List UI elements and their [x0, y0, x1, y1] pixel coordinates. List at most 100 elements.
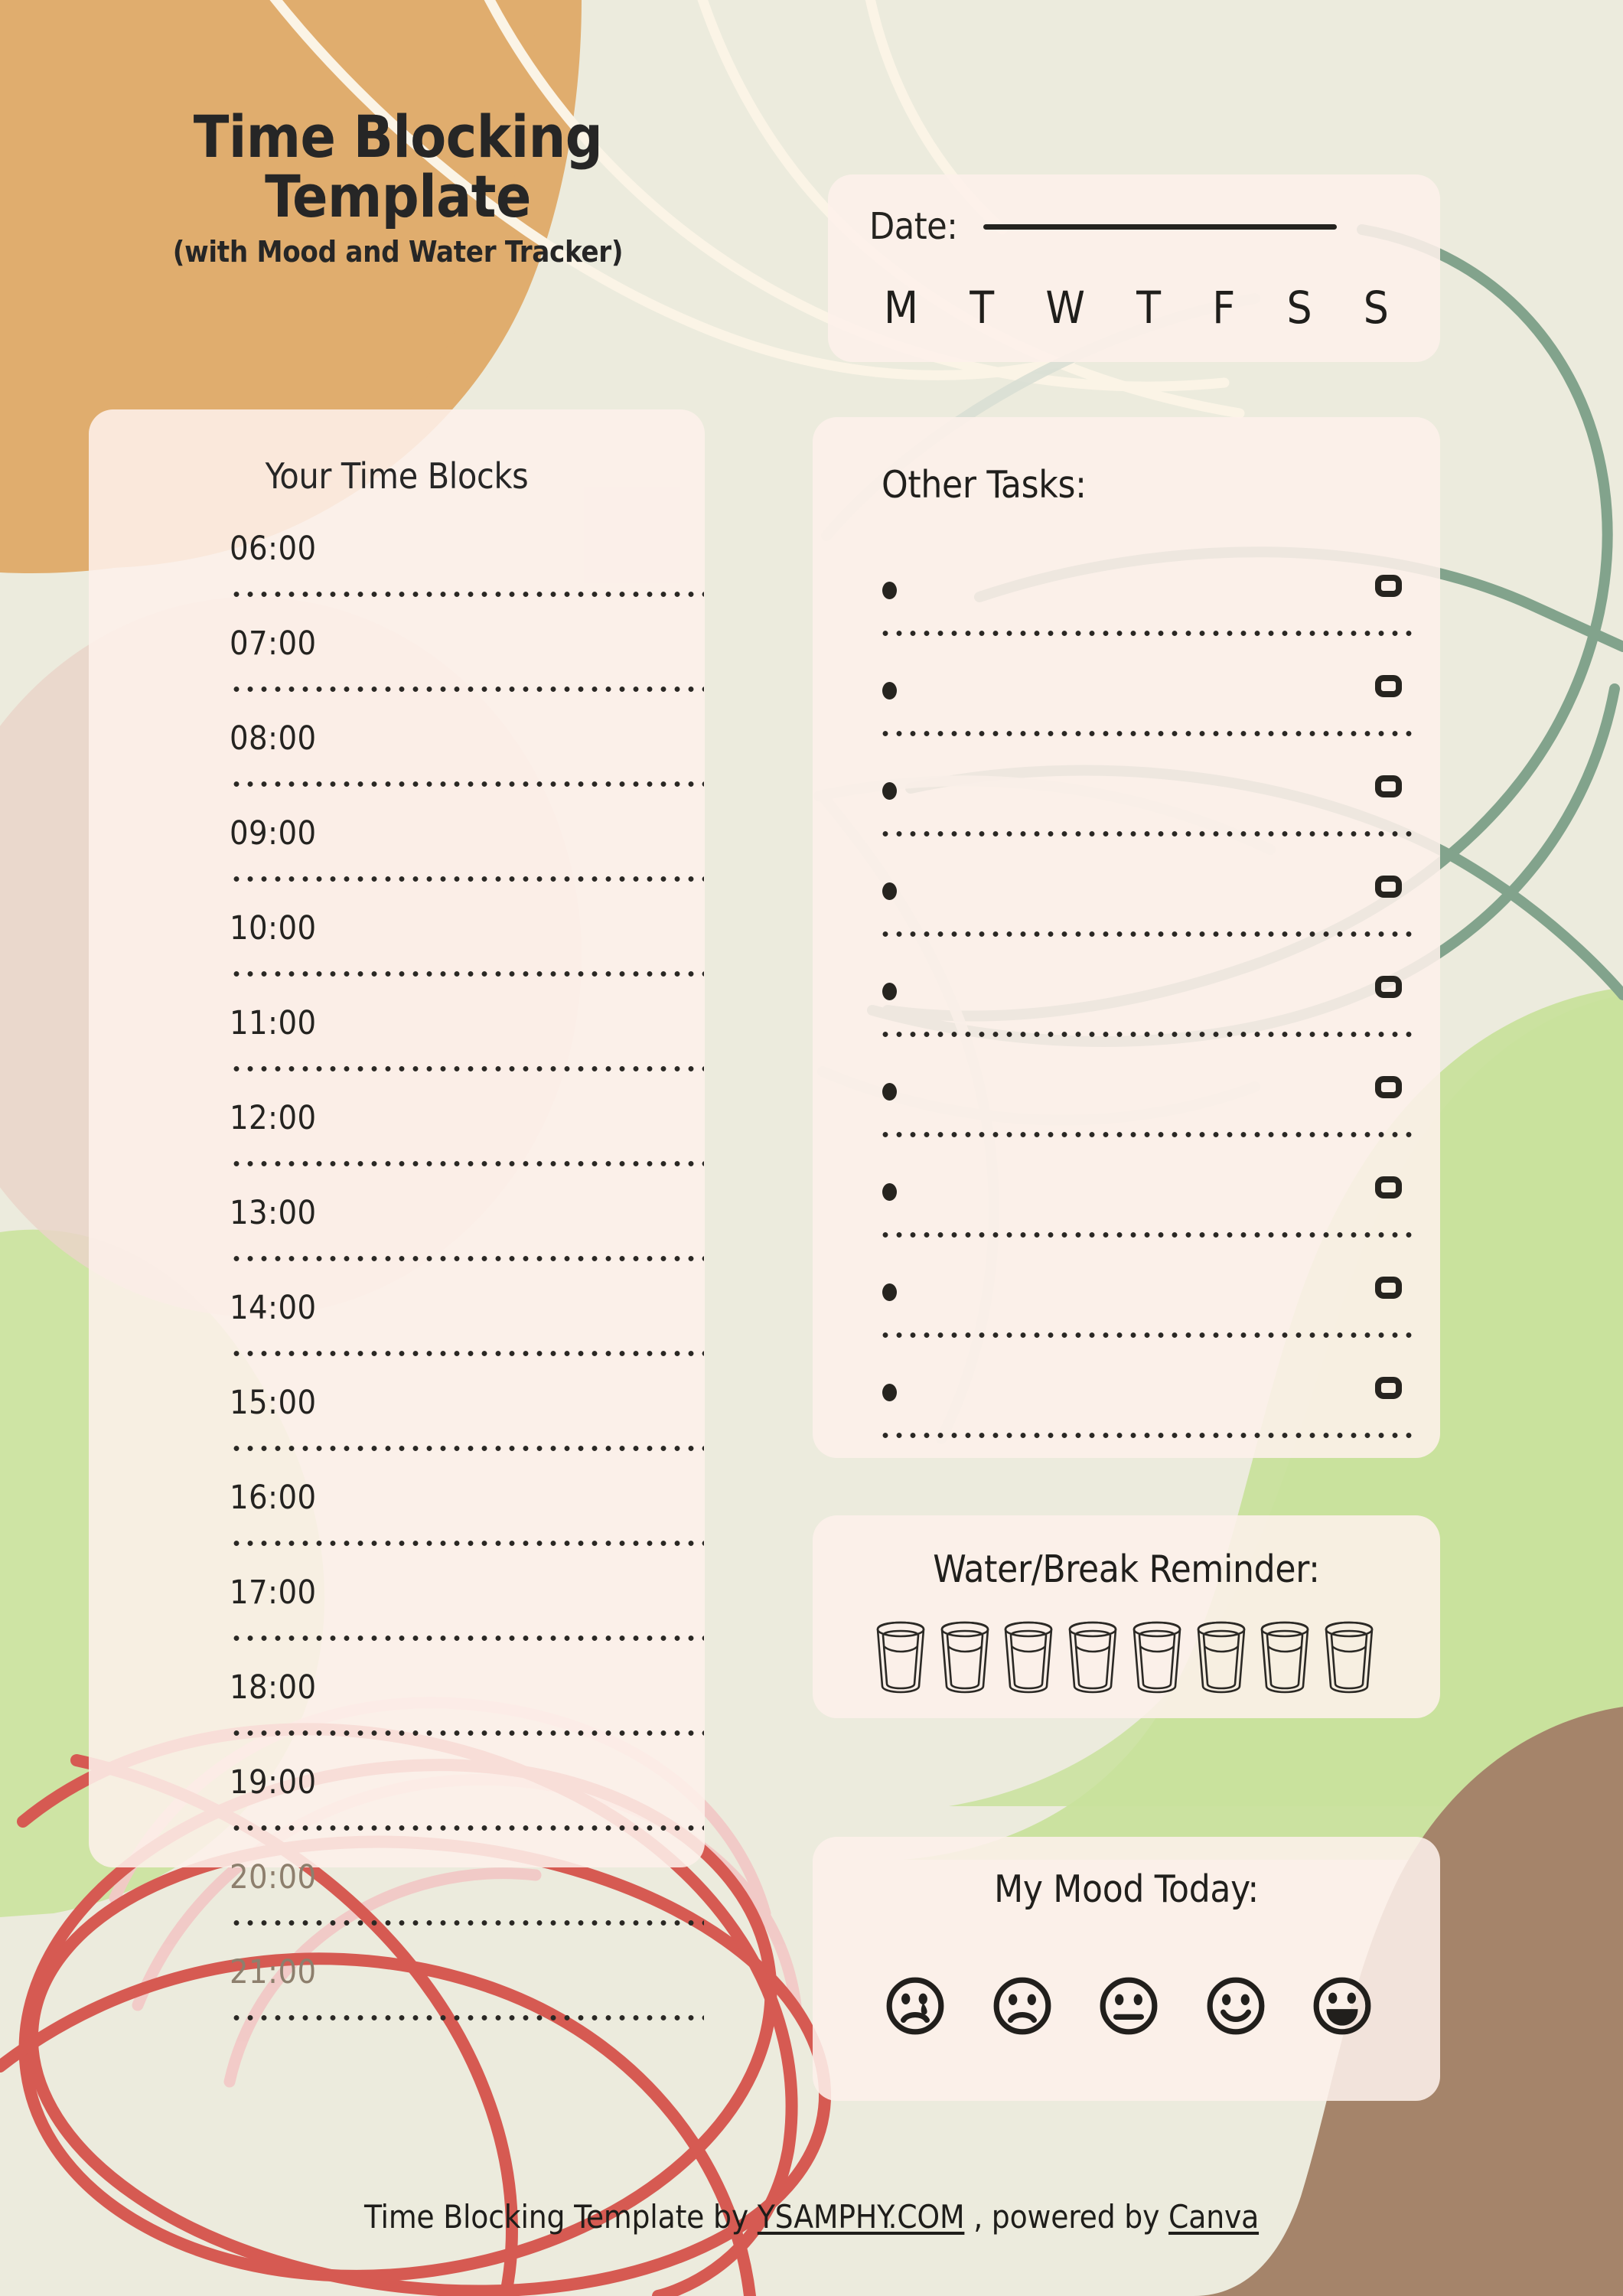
task-entry-line[interactable]: [878, 1031, 1414, 1038]
time-label: 06:00: [230, 530, 317, 568]
weekday-6[interactable]: S: [1364, 282, 1389, 334]
task-entry-line[interactable]: [878, 931, 1414, 938]
water-glass-icon[interactable]: [1256, 1619, 1313, 1699]
time-entry-line[interactable]: [230, 1160, 704, 1167]
time-label: 17:00: [230, 1574, 317, 1612]
task-row[interactable]: [878, 964, 1414, 1064]
smiling-face-icon[interactable]: [1204, 1975, 1267, 2041]
date-input-line[interactable]: [983, 223, 1338, 230]
weekday-3[interactable]: T: [1136, 282, 1161, 334]
date-row: Date:: [869, 205, 1338, 248]
time-block-row[interactable]: 12:00: [230, 1097, 708, 1192]
grinning-face-icon[interactable]: [1311, 1975, 1374, 2041]
time-block-row[interactable]: 19:00: [230, 1762, 708, 1857]
time-block-row[interactable]: 21:00: [230, 1952, 708, 2047]
sad-face-icon[interactable]: [991, 1975, 1054, 2041]
time-block-row[interactable]: 07:00: [230, 623, 708, 718]
date-label: Date:: [869, 205, 958, 248]
footer-prefix: Time Blocking Template by: [363, 2198, 758, 2236]
title-subtitle: (with Mood and Water Tracker): [172, 235, 624, 269]
time-blocks-title: Your Time Blocks: [265, 455, 529, 497]
time-block-row[interactable]: 18:00: [230, 1667, 708, 1762]
bullet-icon: [882, 1384, 897, 1401]
task-entry-line[interactable]: [878, 1432, 1414, 1439]
crying-face-icon[interactable]: [884, 1975, 947, 2041]
canva-link[interactable]: Canva: [1168, 2198, 1259, 2236]
task-entry-line[interactable]: [878, 830, 1414, 837]
time-block-row[interactable]: 11:00: [230, 1003, 708, 1097]
time-entry-line[interactable]: [230, 781, 704, 788]
task-entry-line[interactable]: [878, 1231, 1414, 1238]
water-glass-icon[interactable]: [1000, 1619, 1057, 1699]
task-entry-line[interactable]: [878, 730, 1414, 737]
time-entry-line[interactable]: [230, 970, 704, 977]
time-block-row[interactable]: 20:00: [230, 1857, 708, 1952]
date-card: [828, 174, 1440, 362]
task-row[interactable]: [878, 863, 1414, 964]
neutral-face-icon[interactable]: [1097, 1975, 1160, 2041]
time-blocks-list: 06:00 07:00 08:00 09:00 10:00 11:00 12:00 13:00…: [230, 528, 708, 2047]
task-row[interactable]: [878, 1064, 1414, 1164]
task-checkbox[interactable]: [1375, 575, 1402, 597]
water-glass-icon[interactable]: [1321, 1619, 1377, 1699]
task-checkbox[interactable]: [1375, 675, 1402, 697]
weekday-2[interactable]: W: [1045, 282, 1085, 334]
task-checkbox[interactable]: [1375, 976, 1402, 998]
water-glass-icon[interactable]: [937, 1619, 993, 1699]
task-row[interactable]: [878, 763, 1414, 863]
task-row[interactable]: [878, 663, 1414, 763]
time-block-row[interactable]: 10:00: [230, 908, 708, 1003]
task-checkbox[interactable]: [1375, 1277, 1402, 1299]
water-glass-icon[interactable]: [872, 1619, 929, 1699]
bullet-icon: [882, 983, 897, 1000]
ysamphy-link[interactable]: YSAMPHY.COM: [758, 2198, 965, 2236]
time-entry-line[interactable]: [230, 1825, 704, 1831]
time-entry-line[interactable]: [230, 1540, 704, 1547]
time-entry-line[interactable]: [230, 591, 704, 598]
time-label: 14:00: [230, 1289, 317, 1327]
time-entry-line[interactable]: [230, 1350, 704, 1357]
task-checkbox[interactable]: [1375, 876, 1402, 898]
time-label: 10:00: [230, 909, 317, 947]
time-label: 09:00: [230, 814, 317, 853]
task-entry-line[interactable]: [878, 630, 1414, 637]
time-entry-line[interactable]: [230, 1919, 704, 1926]
task-checkbox[interactable]: [1375, 775, 1402, 797]
task-checkbox[interactable]: [1375, 1076, 1402, 1098]
time-label: 16:00: [230, 1479, 317, 1517]
task-row[interactable]: [878, 1264, 1414, 1365]
time-entry-line[interactable]: [230, 1065, 704, 1072]
water-glass-icon[interactable]: [1193, 1619, 1250, 1699]
time-entry-line[interactable]: [230, 1635, 704, 1642]
time-entry-line[interactable]: [230, 1255, 704, 1262]
water-glass-icon[interactable]: [1064, 1619, 1121, 1699]
time-label: 19:00: [230, 1763, 317, 1802]
time-block-row[interactable]: 17:00: [230, 1572, 708, 1667]
time-block-row[interactable]: 06:00: [230, 528, 708, 623]
time-block-row[interactable]: 08:00: [230, 718, 708, 813]
task-checkbox[interactable]: [1375, 1377, 1402, 1399]
time-entry-line[interactable]: [230, 876, 704, 882]
weekday-5[interactable]: S: [1286, 282, 1312, 334]
time-entry-line[interactable]: [230, 1445, 704, 1452]
time-block-row[interactable]: 13:00: [230, 1192, 708, 1287]
weekday-1[interactable]: T: [970, 282, 994, 334]
bullet-icon: [882, 1083, 897, 1101]
time-entry-line[interactable]: [230, 686, 704, 693]
weekday-4[interactable]: F: [1212, 282, 1235, 334]
weekday-0[interactable]: M: [884, 282, 918, 334]
time-block-row[interactable]: 09:00: [230, 813, 708, 908]
time-entry-line[interactable]: [230, 2014, 704, 2021]
task-row[interactable]: [878, 563, 1414, 663]
time-block-row[interactable]: 14:00: [230, 1287, 708, 1382]
task-entry-line[interactable]: [878, 1332, 1414, 1339]
time-label: 15:00: [230, 1384, 317, 1422]
water-glass-icon[interactable]: [1129, 1619, 1185, 1699]
time-block-row[interactable]: 16:00: [230, 1477, 708, 1572]
time-block-row[interactable]: 15:00: [230, 1382, 708, 1477]
task-checkbox[interactable]: [1375, 1176, 1402, 1199]
time-entry-line[interactable]: [230, 1730, 704, 1737]
task-row[interactable]: [878, 1164, 1414, 1264]
task-entry-line[interactable]: [878, 1131, 1414, 1138]
task-row[interactable]: [878, 1365, 1414, 1465]
